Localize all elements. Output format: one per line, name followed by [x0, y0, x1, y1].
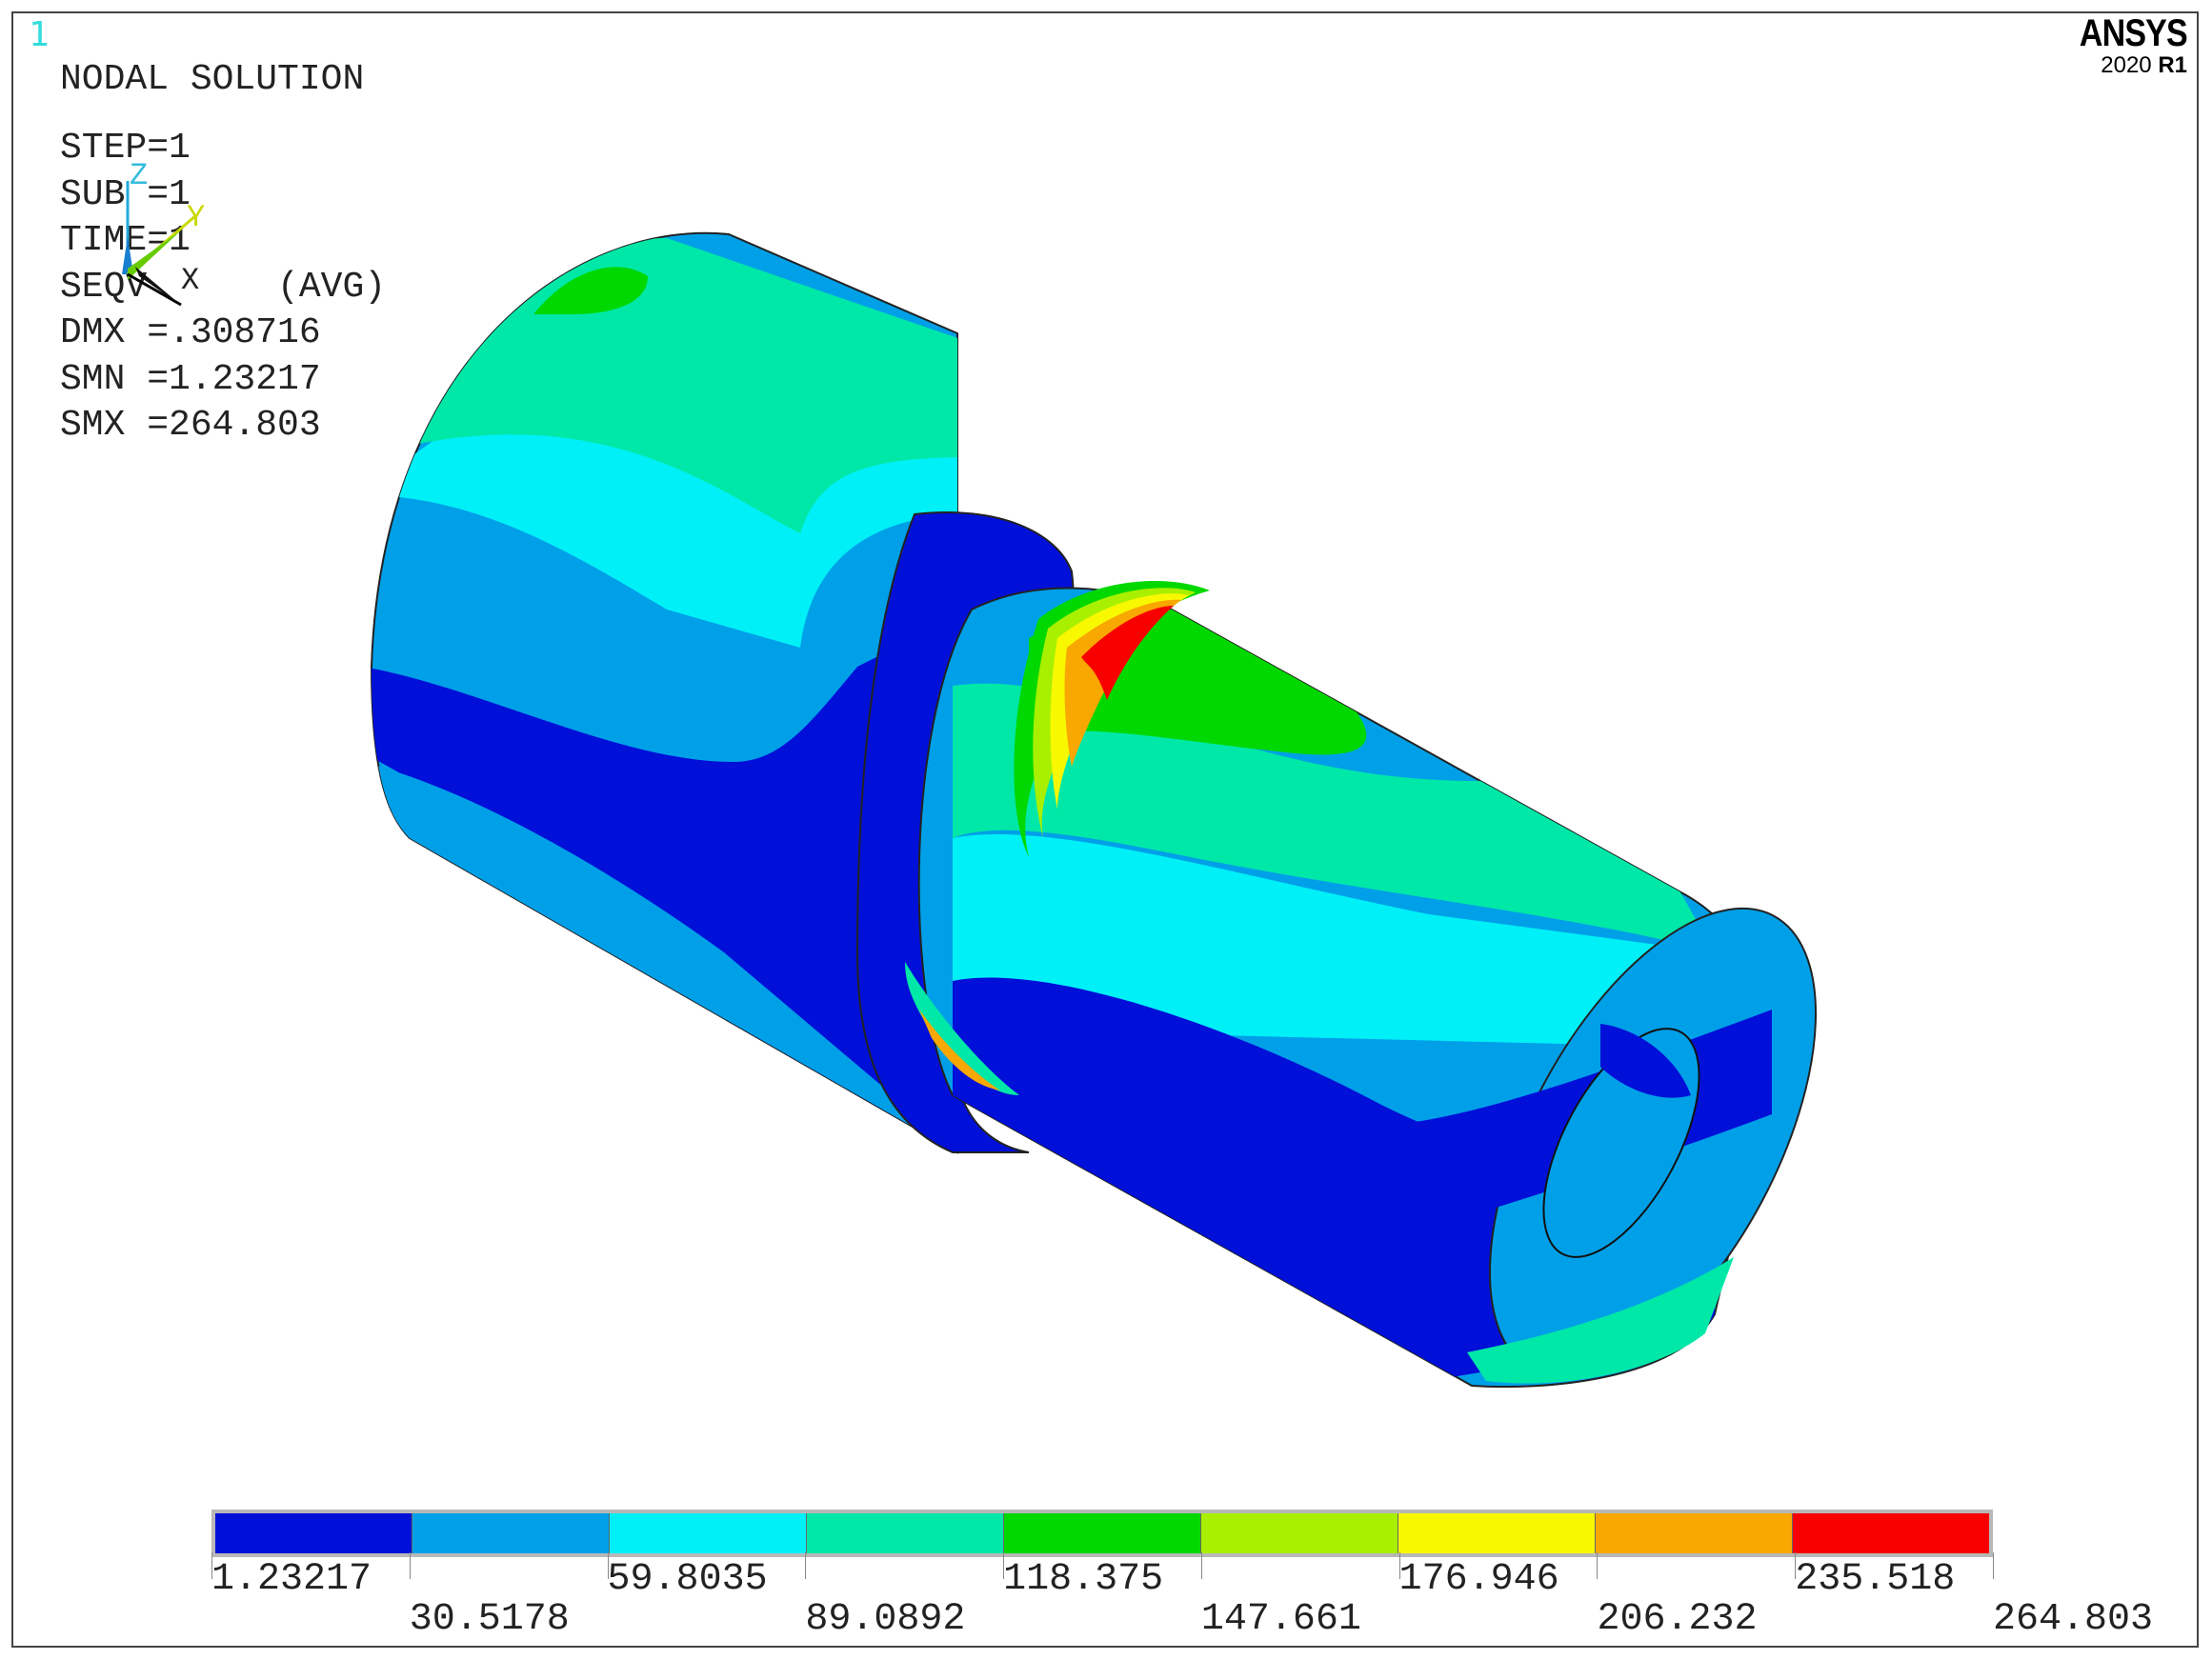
legend-value-top-2: 59.8035 — [607, 1558, 768, 1601]
legend-value-top-4: 176.946 — [1398, 1558, 1559, 1601]
legend-value-bottom-3: 147.661 — [1200, 1598, 1361, 1641]
legend-tick — [607, 1552, 609, 1579]
legend-tick — [1003, 1552, 1005, 1579]
legend-tick — [211, 1552, 212, 1579]
legend-value-bottom-2: 89.0892 — [805, 1598, 966, 1641]
legend-swatch-1 — [215, 1513, 412, 1553]
legend-swatch-6 — [1201, 1513, 1398, 1553]
legend-value-bottom-1: 30.5178 — [409, 1598, 570, 1641]
stress-contour-model[interactable] — [0, 0, 2212, 1660]
legend-swatch-3 — [610, 1513, 807, 1553]
legend-tick — [1993, 1552, 1994, 1579]
legend-tick — [805, 1552, 807, 1579]
contour-legend — [211, 1510, 1993, 1557]
legend-value-bottom-4: 206.232 — [1597, 1598, 1758, 1641]
legend-tick — [409, 1552, 411, 1579]
legend-swatch-2 — [412, 1513, 610, 1553]
legend-tick — [1795, 1552, 1797, 1579]
legend-swatch-9 — [1793, 1513, 1989, 1553]
legend-tick — [1398, 1552, 1400, 1579]
legend-value-top-5: 235.518 — [1795, 1558, 1956, 1601]
legend-swatch-7 — [1398, 1513, 1596, 1553]
legend-tick — [1597, 1552, 1599, 1579]
legend-value-top-1: 1.23217 — [211, 1558, 372, 1601]
legend-swatch-5 — [1004, 1513, 1201, 1553]
legend-swatch-8 — [1596, 1513, 1793, 1553]
legend-tick — [1200, 1552, 1202, 1579]
legend-swatch-4 — [807, 1513, 1004, 1553]
legend-value-top-3: 118.375 — [1003, 1558, 1164, 1601]
legend-value-bottom-5: 264.803 — [1993, 1598, 2154, 1641]
